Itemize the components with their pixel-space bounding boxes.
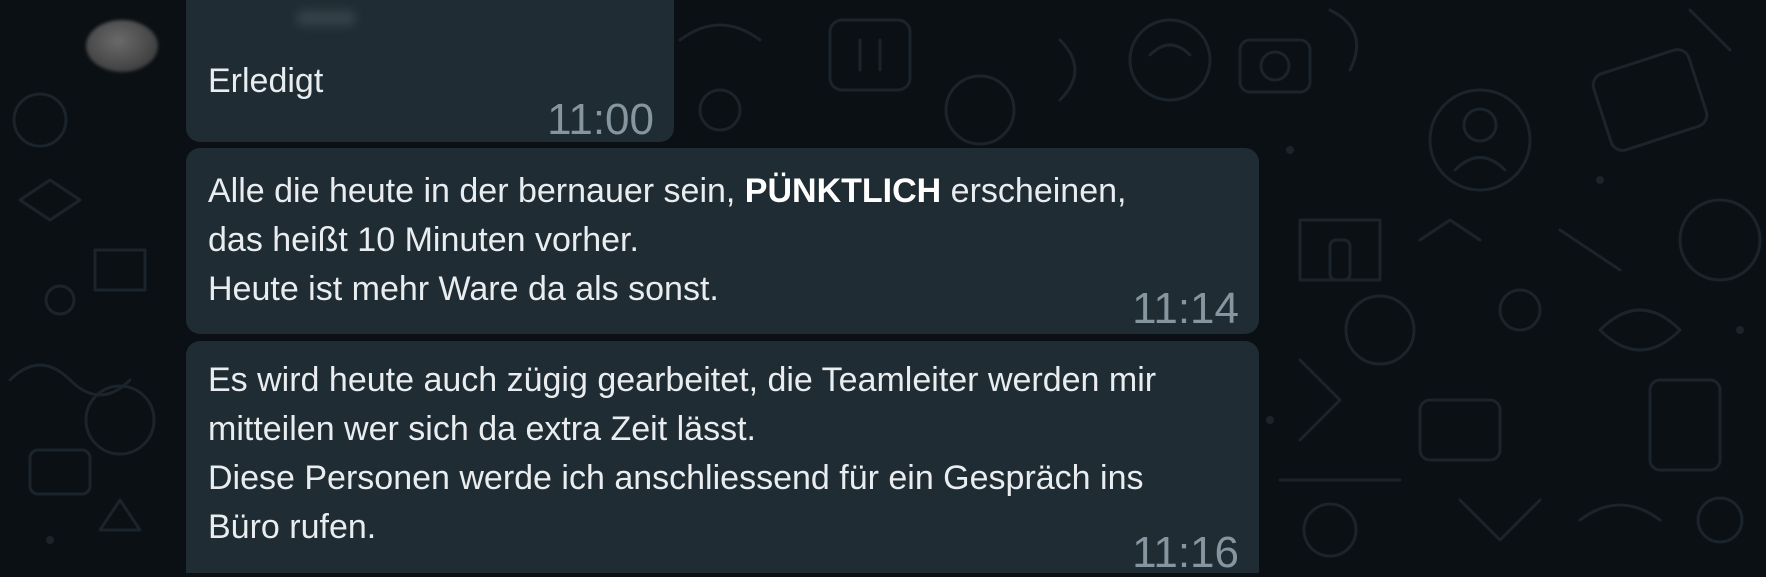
message-timestamp: 11:16: [1132, 528, 1239, 577]
message-text-line: mitteilen wer sich da extra Zeit lässt.: [208, 410, 756, 448]
message-text: Alle die heute in der bernauer sein, PÜN…: [208, 167, 1126, 314]
message-text-part: erscheinen,: [941, 172, 1127, 210]
message-bubble[interactable]: Es wird heute auch zügig gearbeitet, die…: [186, 341, 1259, 577]
message-text-line: Büro rufen.: [208, 508, 377, 546]
sender-avatar[interactable]: [86, 20, 158, 72]
message-text-line: Es wird heute auch zügig gearbeitet, die…: [208, 361, 1157, 399]
message-bubble[interactable]: Erledigt 11:00: [186, 0, 674, 142]
message-text-line: das heißt 10 Minuten vorher.: [208, 221, 639, 259]
message-text-line: Heute ist mehr Ware da als sonst.: [208, 270, 719, 308]
message-text-bold: PÜNKTLICH: [744, 172, 942, 210]
sender-name-redacted: [296, 10, 356, 26]
message-timestamp: 11:00: [547, 95, 654, 144]
message-text-line: Diese Personen werde ich anschliessend f…: [208, 459, 1144, 497]
message-bubble[interactable]: Alle die heute in der bernauer sein, PÜN…: [186, 148, 1259, 334]
message-text: Erledigt: [208, 62, 324, 100]
message-timestamp: 11:14: [1132, 284, 1239, 333]
message-text: Es wird heute auch zügig gearbeitet, die…: [208, 356, 1156, 552]
message-text-part: Alle die heute in der bernauer sein,: [208, 172, 745, 210]
